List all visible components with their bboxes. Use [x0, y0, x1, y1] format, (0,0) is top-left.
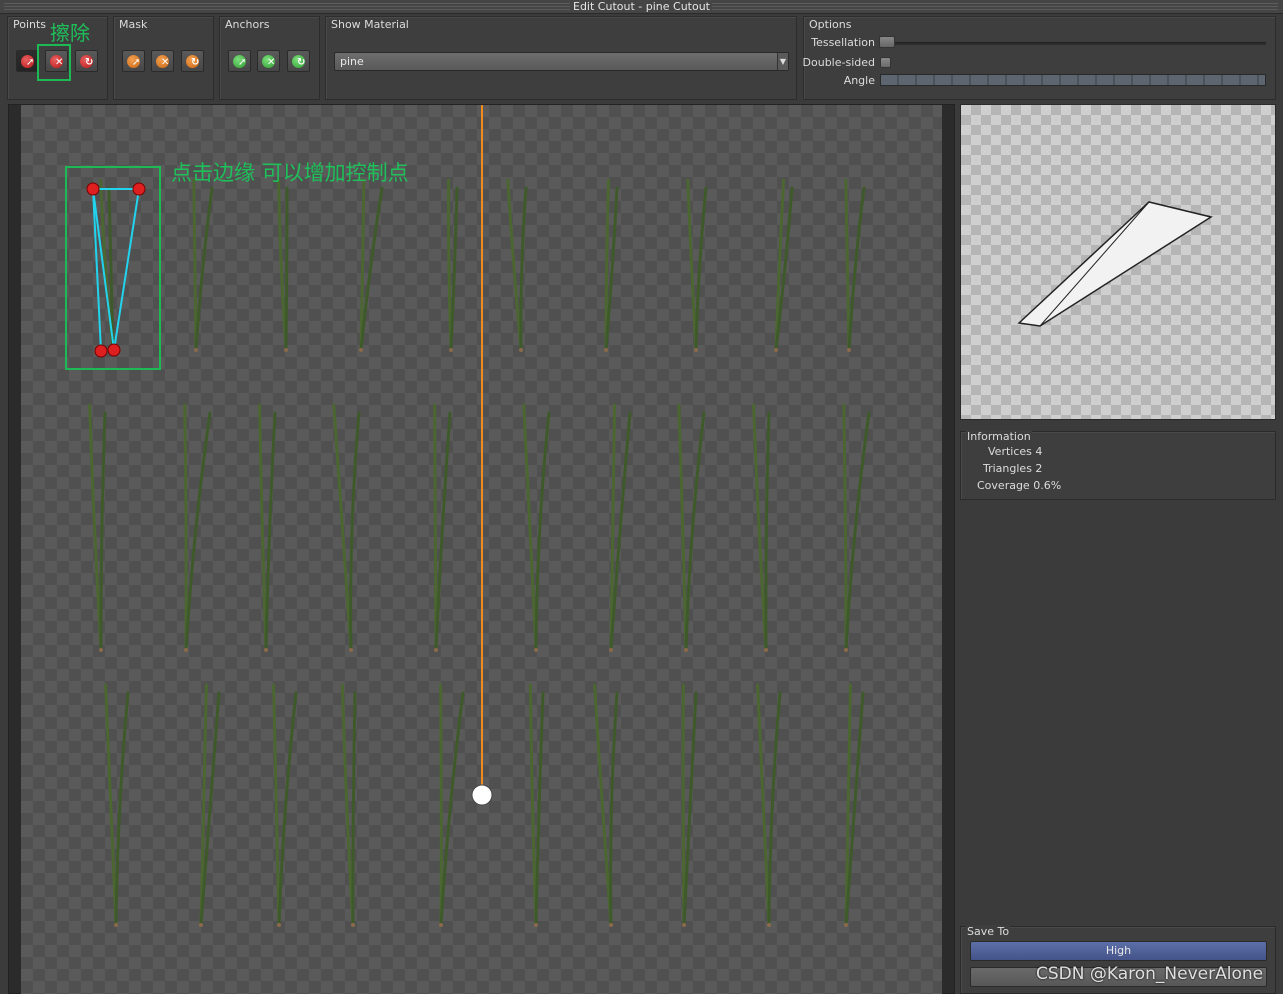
- triangles-info: Triangles 2: [983, 462, 1043, 475]
- mask-reset-button[interactable]: ↻: [181, 50, 204, 72]
- anchors-panel: Anchors ➚ ✕ ↻: [219, 16, 320, 100]
- anchor-erase-button[interactable]: ✕: [257, 50, 280, 72]
- show-material-label: Show Material: [331, 18, 409, 31]
- mask-add-button[interactable]: ➚: [122, 50, 145, 72]
- mesh-preview-shape: [1017, 201, 1213, 327]
- chevron-down-icon[interactable]: ▼: [777, 53, 788, 70]
- information-group: Information Vertices 4 Triangles 2 Cover…: [960, 430, 1276, 500]
- cursor-icon: ➚: [238, 56, 247, 68]
- save-high-button[interactable]: High: [970, 941, 1267, 961]
- control-point[interactable]: [86, 182, 100, 196]
- control-point[interactable]: [132, 182, 146, 196]
- pivot-handle[interactable]: [471, 784, 493, 806]
- control-point[interactable]: [94, 344, 108, 358]
- information-title: Information: [966, 430, 1032, 443]
- cursor-icon: ➚: [132, 56, 141, 68]
- points-label: Points: [13, 18, 47, 31]
- anchor-reset-button[interactable]: ↻: [287, 50, 310, 72]
- options-label: Options: [809, 18, 852, 31]
- anchor-erase-icon: ✕: [262, 54, 276, 68]
- material-select-value: pine: [340, 55, 364, 68]
- refresh-icon: ↻: [191, 56, 200, 68]
- vertices-info: Vertices 4: [988, 445, 1043, 458]
- reset-point-icon: ↻: [80, 54, 94, 68]
- mask-erase-icon: ✕: [156, 54, 170, 68]
- mask-label: Mask: [119, 18, 148, 31]
- double-sided-checkbox[interactable]: [880, 57, 891, 68]
- tessellation-label: Tessellation: [811, 36, 875, 49]
- mask-erase-button[interactable]: ✕: [151, 50, 174, 72]
- window-title: Edit Cutout - pine Cutout: [573, 0, 710, 13]
- mask-add-icon: ➚: [127, 54, 141, 68]
- angle-label: Angle: [843, 74, 875, 87]
- add-point-icon: ➚: [21, 54, 35, 68]
- mask-reset-icon: ↻: [186, 54, 200, 68]
- options-panel: Options Tessellation Double-sided Angle: [803, 16, 1276, 100]
- mesh-preview: [960, 104, 1276, 420]
- cutout-outline: [86, 182, 146, 358]
- canvas-overlay: [65, 105, 493, 806]
- anchor-add-icon: ➚: [233, 54, 247, 68]
- x-icon: ✕: [267, 56, 276, 68]
- anchor-reset-icon: ↻: [292, 54, 306, 68]
- preview-quad: [1017, 201, 1213, 327]
- save-to-title: Save To: [966, 925, 1011, 938]
- tessellation-slider-handle[interactable]: [879, 36, 895, 48]
- edge-hint-annotation: 点击边缘 可以增加控制点: [171, 161, 409, 185]
- control-point[interactable]: [107, 343, 121, 357]
- show-material-panel: Show Material pine ▼: [325, 16, 797, 100]
- watermark: CSDN @Karon_NeverAlone: [1036, 964, 1264, 984]
- material-select[interactable]: pine ▼: [334, 52, 789, 71]
- reset-point-button[interactable]: ↻: [75, 50, 98, 72]
- x-icon: ✕: [161, 56, 170, 68]
- double-sided-label: Double-sided: [802, 56, 875, 69]
- title-bar: Edit Cutout - pine Cutout: [0, 0, 1283, 14]
- outline-edge[interactable]: [113, 188, 140, 351]
- mask-panel: Mask ➚ ✕ ↻: [113, 16, 214, 100]
- cutout-canvas[interactable]: 点击边缘 可以增加控制点: [8, 104, 955, 994]
- cursor-icon: ➚: [26, 56, 35, 68]
- refresh-icon: ↻: [297, 56, 306, 68]
- coverage-info: Coverage 0.6%: [977, 479, 1062, 492]
- erase-annotation: 擦除: [50, 21, 90, 45]
- anchors-label: Anchors: [225, 18, 270, 31]
- angle-slider[interactable]: [880, 74, 1266, 86]
- erase-highlight-box: [37, 44, 71, 81]
- tessellation-slider-track[interactable]: [880, 42, 1266, 45]
- refresh-icon: ↻: [85, 56, 94, 68]
- add-point-button[interactable]: ➚: [16, 50, 39, 72]
- anchor-add-button[interactable]: ➚: [228, 50, 251, 72]
